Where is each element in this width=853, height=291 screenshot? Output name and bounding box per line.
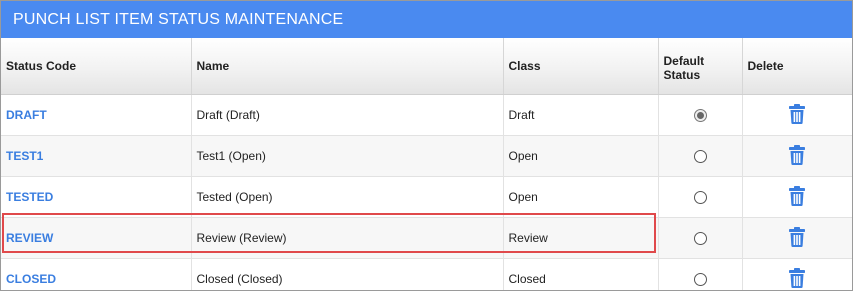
default-status-radio[interactable] (693, 109, 707, 123)
default-status-radio[interactable] (693, 232, 707, 246)
class-cell: Draft (503, 94, 659, 136)
status-code-link[interactable]: CLOSED (6, 272, 56, 286)
status-code-link[interactable]: TEST1 (6, 149, 43, 163)
status-code-cell: REVIEW (1, 217, 192, 259)
delete-cell (742, 217, 852, 259)
trash-icon[interactable] (789, 226, 806, 250)
header-default-status[interactable]: Default Status (658, 38, 743, 95)
status-table: Status Code Name Class Default Status De… (1, 38, 852, 291)
default-status-cell (658, 217, 743, 259)
default-status-cell (658, 135, 743, 177)
name-cell: Test1 (Open) (191, 135, 504, 177)
trash-icon[interactable] (789, 103, 806, 127)
class-cell: Open (503, 176, 659, 218)
status-code-cell: CLOSED (1, 258, 192, 290)
default-status-cell (658, 176, 743, 218)
status-code-link[interactable]: REVIEW (6, 231, 53, 245)
status-maintenance-panel: PUNCH LIST ITEM STATUS MAINTENANCE Statu… (0, 0, 853, 291)
delete-cell (742, 94, 852, 136)
table-row-tested: TESTED Tested (Open) Open (1, 176, 852, 218)
name-cell: Tested (Open) (191, 176, 504, 218)
table-row-closed: CLOSED Closed (Closed) Closed (1, 258, 852, 291)
status-code-link[interactable]: DRAFT (6, 108, 47, 122)
status-code-cell: DRAFT (1, 94, 192, 136)
class-cell: Open (503, 135, 659, 177)
class-cell: Review (503, 217, 659, 259)
delete-cell (742, 176, 852, 218)
delete-cell (742, 135, 852, 177)
header-class[interactable]: Class (503, 38, 659, 95)
trash-icon[interactable] (789, 267, 806, 291)
default-status-radio[interactable] (693, 150, 707, 164)
class-cell: Closed (503, 258, 659, 290)
status-code-link[interactable]: TESTED (6, 190, 53, 204)
name-cell: Draft (Draft) (191, 94, 504, 136)
delete-cell (742, 258, 852, 291)
trash-icon[interactable] (789, 144, 806, 168)
table-row-test1: TEST1 Test1 (Open) Open (1, 135, 852, 177)
header-name[interactable]: Name (191, 38, 504, 95)
trash-icon[interactable] (789, 185, 806, 209)
table-row-draft: DRAFT Draft (Draft) Draft (1, 94, 852, 136)
table-header-row: Status Code Name Class Default Status De… (1, 38, 852, 95)
default-status-radio[interactable] (693, 191, 707, 205)
header-status-code[interactable]: Status Code (1, 38, 192, 95)
status-code-cell: TESTED (1, 176, 192, 218)
name-cell: Closed (Closed) (191, 258, 504, 290)
panel-title: PUNCH LIST ITEM STATUS MAINTENANCE (1, 1, 852, 38)
status-code-cell: TEST1 (1, 135, 192, 177)
table-row-review: REVIEW Review (Review) Review (1, 217, 852, 259)
default-status-cell (658, 94, 743, 136)
default-status-cell (658, 258, 743, 290)
header-delete: Delete (742, 38, 852, 95)
name-cell: Review (Review) (191, 217, 504, 259)
default-status-radio[interactable] (693, 273, 707, 287)
